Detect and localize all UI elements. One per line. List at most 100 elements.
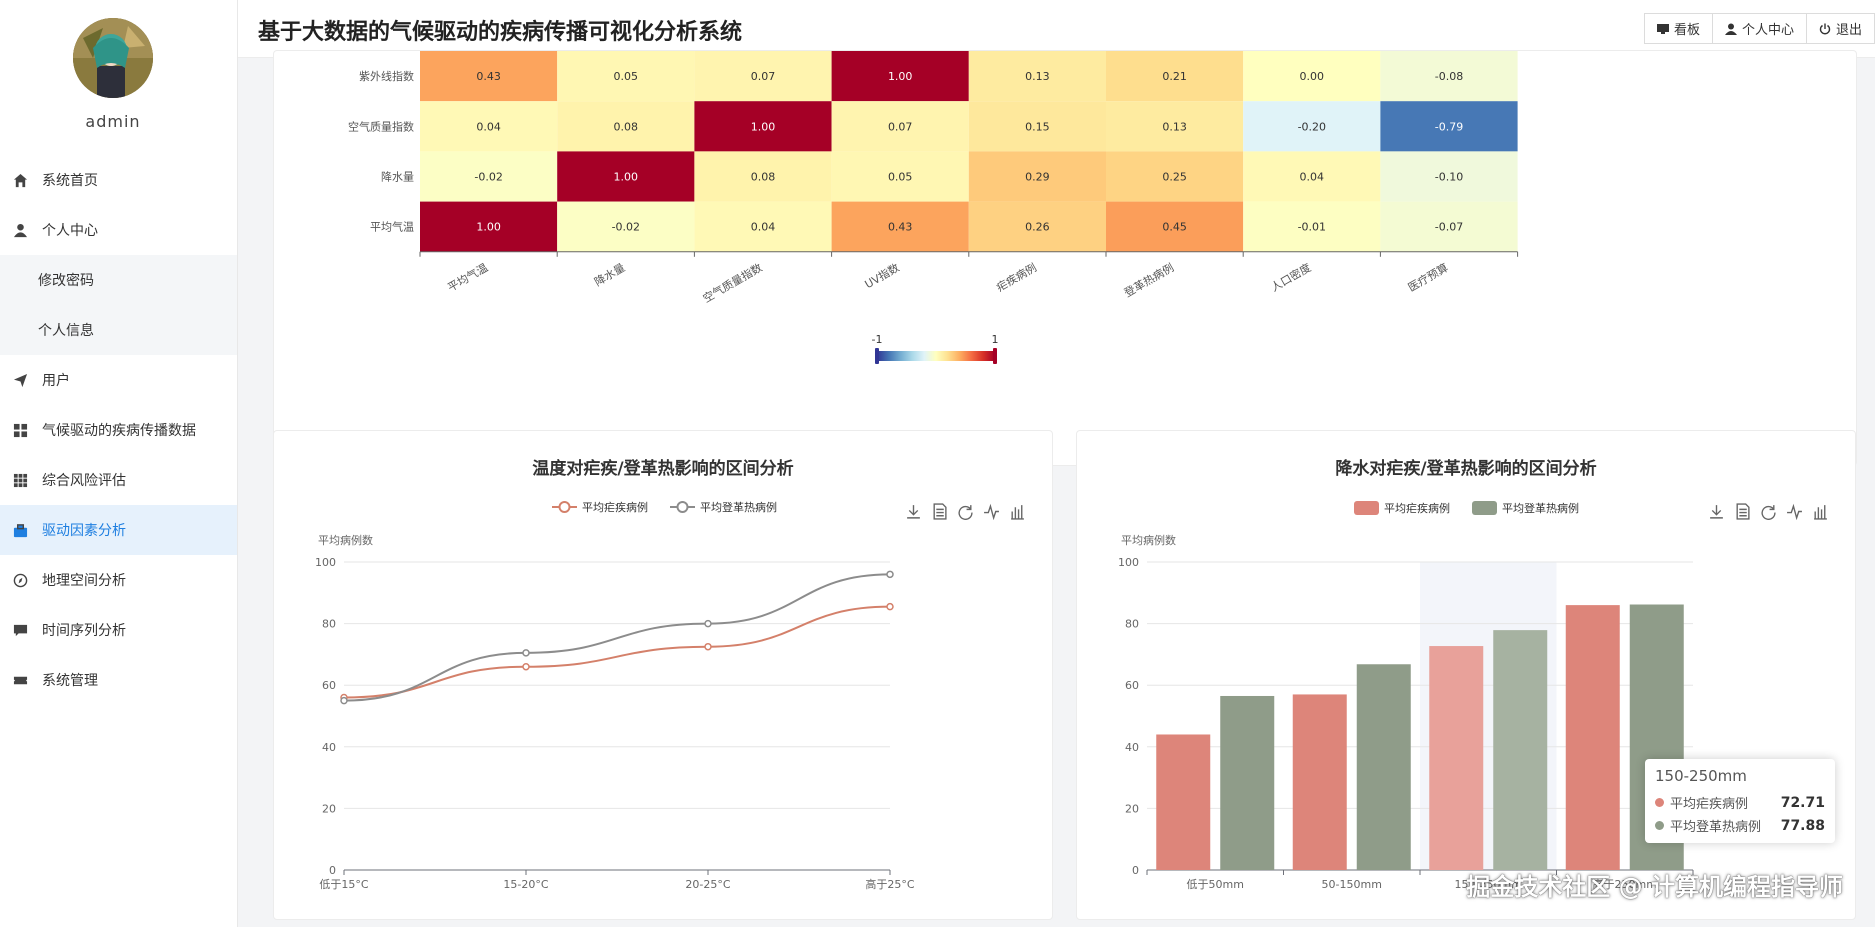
power-icon	[1819, 23, 1831, 34]
sidebar-item-0[interactable]: 系统首页	[0, 155, 237, 205]
avatar[interactable]	[73, 18, 153, 98]
heatmap-cell-label: 0.29	[1025, 171, 1050, 184]
profile-button[interactable]: 个人中心	[1711, 13, 1807, 44]
legend-label: 平均登革热病例	[700, 500, 777, 514]
heatmap-cell-label: 0.08	[751, 171, 776, 184]
heatmap-cell-label: 1.00	[888, 70, 913, 83]
sidebar-item-label: 个人中心	[42, 223, 98, 239]
y-tick-label: 20	[1125, 802, 1139, 815]
correlation-heatmap-card: 0.43 0.05 0.07 1.00 0.13 0.21 0.00 -0.08 0.04 0.0…	[273, 50, 1857, 466]
x-tick-label: 疟疾病例	[994, 260, 1039, 294]
heatmap-cell-label: 0.13	[1025, 70, 1050, 83]
legend-marker	[1472, 501, 1497, 515]
sidebar-item-5[interactable]: 气候驱动的疾病传播数据	[0, 405, 237, 455]
tooltip-series-name: 平均疟疾病例	[1670, 797, 1749, 812]
apps-icon	[12, 472, 28, 488]
heatmap-cell-label: 0.04	[751, 221, 776, 234]
y-tick-label: 空气质量指数	[348, 119, 414, 133]
y-tick-label: 平均气温	[370, 220, 414, 234]
header-actions: 看板 个人中心 退出	[1643, 13, 1875, 44]
heatmap-cell-label: 0.00	[1300, 70, 1325, 83]
x-tick-label: UV指数	[862, 260, 902, 291]
y-tick-label: 0	[1132, 864, 1139, 877]
heatmap-cell-label: -0.08	[1435, 70, 1463, 83]
logout-button[interactable]: 退出	[1805, 13, 1875, 44]
sidebar-item-label: 气候驱动的疾病传播数据	[42, 423, 196, 439]
x-tick-label: 50-150mm	[1322, 878, 1382, 891]
y-tick-label: 20	[322, 802, 336, 815]
visual-map-handle-min	[875, 348, 879, 364]
series-line	[343, 605, 891, 699]
sidebar-menu: 系统首页个人中心修改密码 个人信息用户气候驱动的疾病传播数据综合风险评估 驱动因素分…	[0, 155, 237, 705]
sidebar-item-2[interactable]: 修改密码	[0, 255, 237, 305]
sidebar-item-8[interactable]: 地理空间分析	[0, 555, 237, 605]
tooltip-value: 72.71	[1780, 794, 1825, 811]
series-dot	[1655, 821, 1664, 830]
chat-icon	[12, 622, 28, 638]
bar	[1493, 630, 1548, 870]
y-tick-label: 60	[1125, 679, 1139, 692]
y-axis-title: 平均病例数	[1121, 533, 1176, 547]
series-line	[343, 573, 891, 702]
ticket-icon	[12, 672, 28, 688]
y-tick-label: 40	[1125, 741, 1139, 754]
bar	[1156, 734, 1211, 870]
data-point	[522, 662, 530, 671]
grid-icon	[12, 422, 28, 438]
sidebar-item-7[interactable]: 驱动因素分析	[0, 505, 237, 555]
bar	[1429, 646, 1484, 870]
user-icon	[12, 222, 28, 238]
x-tick-label: 医疗预算	[1405, 260, 1450, 294]
main-content: 0.43 0.05 0.07 1.00 0.13 0.21 0.00 -0.08 0.04 0.0…	[238, 50, 1875, 927]
y-tick-label: 100	[1118, 556, 1139, 569]
sidebar-item-1[interactable]: 个人中心	[0, 205, 237, 255]
heatmap-cell-label: 1.00	[476, 221, 501, 234]
precipitation-bar-card: 降水对疟疾/登革热影响的区间分析 平均疟疾病例 平均登革热病例 平均病例数 0 20 40…	[1076, 430, 1856, 920]
sidebar-item-label: 用户	[42, 373, 70, 389]
heatmap-cell-label: -0.10	[1435, 171, 1463, 184]
heatmap-cell-label: 0.04	[1300, 171, 1325, 184]
data-point	[886, 570, 894, 579]
x-tick-label: 空气质量指数	[700, 260, 764, 305]
chart-tooltip: 150-250mm 平均疟疾病例 72.71 平均登革热病例 77.88	[1645, 759, 1835, 843]
tooltip-row: 平均疟疾病例 72.71	[1655, 793, 1825, 812]
heatmap-cell-label: 0.26	[1025, 221, 1050, 234]
page-title: 基于大数据的气候驱动的疾病传播可视化分析系统	[258, 20, 743, 45]
tooltip-title: 150-250mm	[1655, 767, 1747, 785]
temperature-line-chart: 平均疟疾病例 平均登革热病例平均病例数 0 20 40 60 80 100 低于15°C 15-2…	[315, 500, 915, 891]
heatmap-cell-label: 0.45	[1162, 221, 1187, 234]
y-tick-label: 降水量	[381, 170, 414, 184]
heatmap-cell-label: 1.00	[751, 120, 776, 133]
y-tick-label: 60	[322, 679, 336, 692]
y-tick-label: 100	[315, 556, 336, 569]
x-tick-label: 平均气温	[445, 260, 490, 294]
x-tick-label: 人口密度	[1268, 260, 1313, 294]
series-dot	[1655, 798, 1664, 807]
heatmap-cell-label: -0.79	[1435, 120, 1463, 133]
sidebar-item-3[interactable]: 个人信息	[0, 305, 237, 355]
dashboard-button[interactable]: 看板	[1643, 13, 1713, 44]
sidebar-item-9[interactable]: 时间序列分析	[0, 605, 237, 655]
visual-map-min-label: -1	[872, 333, 883, 346]
heatmap-cell-label: -0.02	[474, 171, 502, 184]
watermark: 掘金技术社区 @ 计算机编程指导师	[1466, 873, 1843, 901]
sidebar-item-10[interactable]: 系统管理	[0, 655, 237, 705]
tooltip-value: 77.88	[1780, 817, 1825, 834]
sidebar-item-4[interactable]: 用户	[0, 355, 237, 405]
x-tick-label: 低于50mm	[1187, 878, 1244, 891]
sidebar-item-label: 时间序列分析	[42, 623, 126, 639]
x-tick-label: 15-20°C	[503, 878, 548, 891]
heatmap-cell-label: 0.43	[476, 70, 501, 83]
data-point	[886, 602, 894, 611]
heatmap-cell-label: -0.02	[612, 221, 640, 234]
legend-label: 平均登革热病例	[1502, 501, 1579, 515]
bar	[1220, 695, 1275, 870]
data-point	[704, 642, 712, 651]
y-tick-label: 80	[322, 618, 336, 631]
send-icon	[12, 372, 28, 388]
logout-button-label: 退出	[1835, 23, 1862, 38]
user-icon	[1724, 23, 1737, 35]
visual-map-handle-max	[993, 348, 997, 364]
sidebar-item-6[interactable]: 综合风险评估	[0, 455, 237, 505]
heatmap-cell-label: 0.04	[476, 120, 501, 133]
